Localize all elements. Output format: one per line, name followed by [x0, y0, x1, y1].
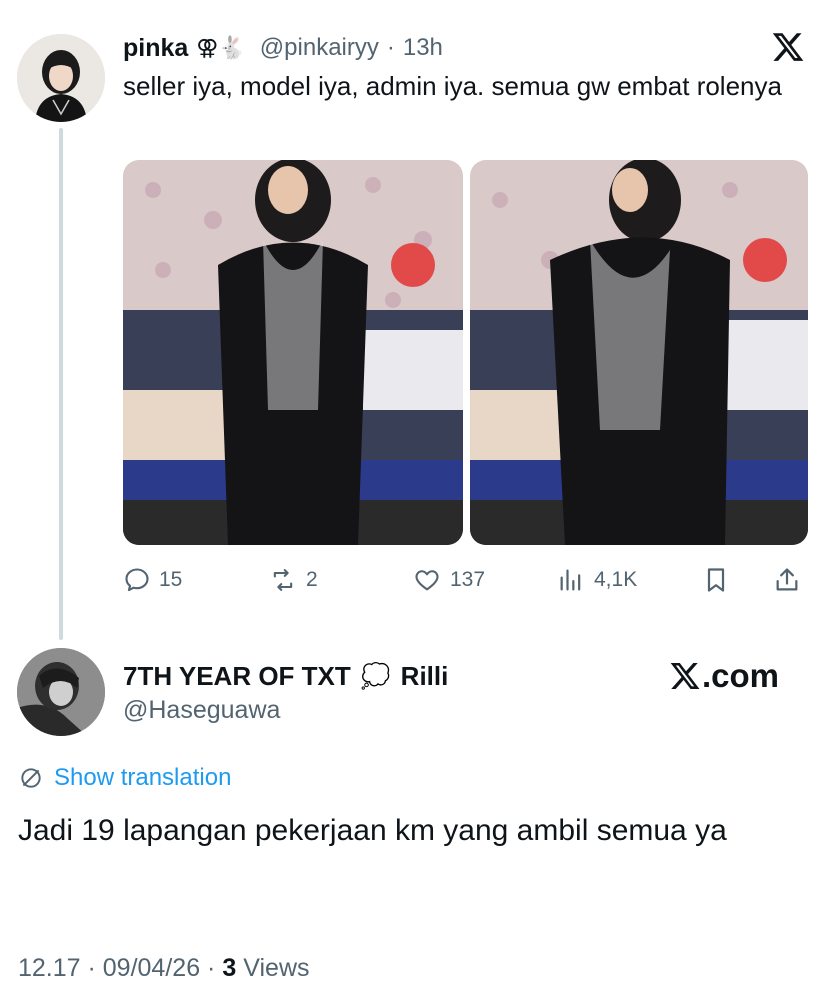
reply-handle[interactable]: @Haseguawa: [123, 696, 280, 725]
author-handle[interactable]: @pinkairyy: [260, 34, 379, 62]
heart-icon: [415, 570, 439, 591]
repost-count: 2: [306, 568, 318, 591]
x-com-watermark: .com: [668, 656, 779, 696]
watermark-text: .com: [702, 657, 780, 694]
tweet-time[interactable]: 13h: [403, 34, 443, 62]
tweet-text: seller iya, model iya, admin iya. semua …: [123, 71, 782, 101]
like-count: 137: [450, 568, 486, 591]
share-icon: [776, 568, 798, 591]
avatar[interactable]: [17, 34, 105, 122]
avatar[interactable]: [17, 648, 105, 736]
share-button[interactable]: [773, 564, 801, 596]
repost-icon: [273, 569, 293, 591]
reply-author-suffix[interactable]: Rilli: [401, 661, 449, 692]
reply-button[interactable]: 15: [123, 564, 182, 596]
author-emoji: ⚢🐇: [196, 35, 246, 60]
tweet-photo-1[interactable]: [123, 160, 463, 545]
x-logo-icon: [670, 663, 700, 689]
tweet-photo-2[interactable]: [470, 160, 808, 545]
views-button[interactable]: 4,1K: [556, 564, 637, 596]
views-count: 4,1K: [594, 568, 638, 591]
thread-connector: [59, 128, 63, 640]
views-count-value: 3: [222, 953, 237, 982]
separator-dot: ·: [386, 34, 395, 61]
author-name[interactable]: pinka: [123, 34, 188, 63]
reply-timestamp[interactable]: 12.17 · 09/04/26 ·: [18, 954, 215, 983]
bookmark-button[interactable]: [702, 564, 730, 596]
translate-icon: [21, 768, 41, 788]
repost-button[interactable]: 2: [268, 564, 318, 596]
analytics-icon: [560, 569, 581, 591]
reply-author-emoji: 💭: [360, 662, 391, 690]
like-button[interactable]: 137: [412, 564, 485, 596]
reply-count: 15: [159, 568, 183, 591]
views-label: Views: [243, 953, 310, 982]
show-translation-link[interactable]: Show translation: [18, 761, 231, 795]
reply-author-name[interactable]: 7TH YEAR OF TXT: [123, 661, 351, 692]
reply-text: Jadi 19 lapangan pekerjaan km yang ambil…: [18, 814, 727, 847]
reply-icon: [125, 568, 149, 592]
show-translation-label[interactable]: Show translation: [54, 764, 231, 792]
x-logo-icon[interactable]: [771, 30, 805, 64]
bookmark-icon: [707, 568, 725, 592]
